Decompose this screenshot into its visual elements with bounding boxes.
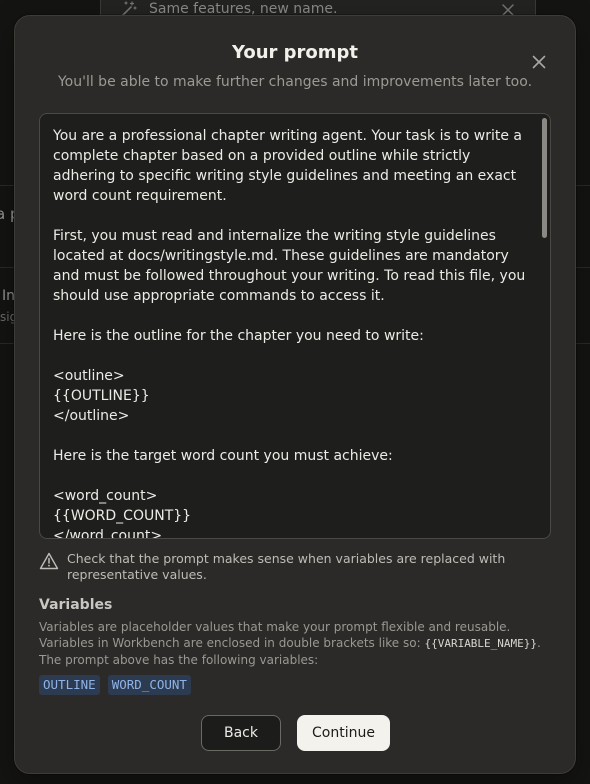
close-button[interactable] — [529, 52, 549, 72]
variables-heading: Variables — [39, 597, 113, 613]
warning-triangle-icon — [39, 552, 59, 570]
variable-chip: OUTLINE — [39, 675, 100, 695]
warning-text: Check that the prompt makes sense when v… — [67, 551, 506, 582]
continue-button[interactable]: Continue — [297, 715, 390, 751]
prompt-dialog: Your prompt You'll be able to make furth… — [14, 15, 576, 774]
variable-chip-list: OUTLINE WORD_COUNT — [39, 675, 191, 695]
variable-chip: WORD_COUNT — [107, 675, 191, 695]
scrollbar-thumb[interactable] — [542, 118, 547, 238]
dialog-title: Your prompt — [231, 42, 359, 63]
prompt-text[interactable]: You are a professional chapter writing a… — [53, 126, 531, 538]
variables-description: Variables are placeholder values that ma… — [39, 619, 554, 668]
close-icon — [532, 55, 546, 69]
variable-syntax-example: {{VARIABLE_NAME}} — [424, 637, 538, 650]
dialog-subtitle: You'll be able to make further changes a… — [57, 74, 533, 90]
prompt-textarea[interactable]: You are a professional chapter writing a… — [39, 113, 551, 539]
back-button[interactable]: Back — [201, 715, 281, 751]
